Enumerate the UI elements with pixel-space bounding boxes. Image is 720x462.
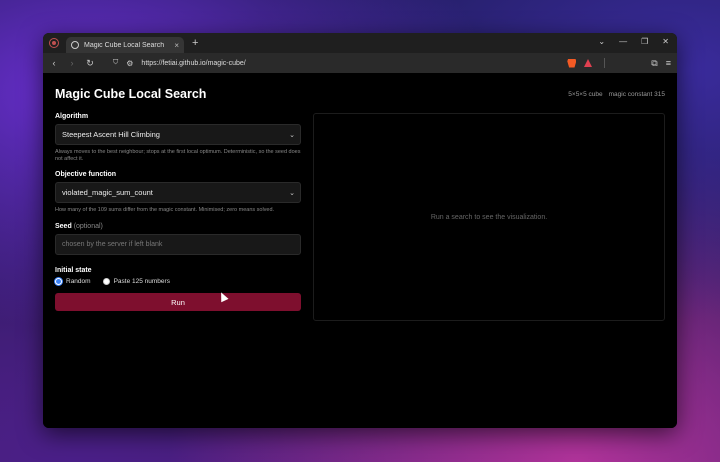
tab-title: Magic Cube Local Search [84, 41, 165, 49]
magic-constant: magic constant 315 [608, 91, 665, 98]
divider [604, 58, 606, 68]
controls-panel: Algorithm Steepest Ascent Hill Climbing … [55, 113, 301, 312]
seed-input[interactable]: chosen by the server if left blank [55, 234, 301, 256]
extensions-icon[interactable]: ⧉ [651, 58, 657, 69]
visualization-panel: Run a search to see the visualization. [313, 113, 665, 321]
tab-close-icon[interactable]: × [174, 41, 179, 50]
browser-window: Magic Cube Local Search × + ⌄ — ❐ ✕ ‹ › … [43, 33, 677, 428]
algorithm-value: Steepest Ascent Hill Climbing [62, 130, 160, 139]
brave-rewards-icon[interactable] [584, 59, 593, 67]
menu-icon[interactable]: ≡ [666, 58, 671, 69]
back-icon[interactable]: ‹ [47, 58, 61, 68]
window-controls: ⌄ — ❐ ✕ [598, 37, 669, 46]
toolbar-right: ⧉ ≡ [651, 58, 671, 69]
url-text[interactable]: https://fetiai.github.io/magic-cube/ [141, 60, 245, 67]
tab-list-icon[interactable]: ⌄ [598, 37, 605, 46]
seed-optional: (optional) [73, 223, 103, 231]
favicon-icon [71, 41, 79, 49]
radio-paste-option[interactable]: Paste 125 numbers [102, 278, 170, 286]
cube-size: 5×5×5 cube [568, 91, 603, 98]
objective-help: How many of the 109 sums differ from the… [55, 207, 275, 214]
forward-icon[interactable]: › [65, 58, 79, 68]
run-button[interactable]: Run [55, 293, 301, 312]
close-window-icon[interactable]: ✕ [662, 37, 669, 46]
objective-value: violated_magic_sum_count [62, 188, 153, 198]
bookmark-icon[interactable]: ⛉ [113, 59, 118, 67]
seed-label-text: Seed [55, 223, 72, 231]
brave-shield-icon[interactable] [567, 58, 577, 68]
reload-icon[interactable]: ↻ [83, 58, 97, 69]
page-title: Magic Cube Local Search [55, 87, 207, 101]
chevron-down-icon: ⌄ [289, 132, 295, 139]
cube-meta: 5×5×5 cube magic constant 315 [568, 91, 665, 98]
radio-paste-label: Paste 125 numbers [113, 278, 170, 286]
initial-state-radios: Random Paste 125 numbers [55, 278, 301, 286]
minimize-icon[interactable]: — [619, 37, 627, 46]
radio-random[interactable] [55, 278, 62, 286]
objective-select[interactable]: violated_magic_sum_count ⌄ [55, 182, 301, 204]
viz-placeholder: Run a search to see the visualization. [430, 213, 548, 221]
radio-paste[interactable] [102, 278, 110, 286]
radio-random-option[interactable]: Random [55, 278, 91, 286]
algorithm-select[interactable]: Steepest Ascent Hill Climbing ⌄ [55, 124, 301, 145]
tab-bar: Magic Cube Local Search × + ⌄ — ❐ ✕ [43, 33, 677, 53]
record-icon [49, 38, 59, 48]
seed-label: Seed (optional) [55, 223, 301, 230]
chevron-down-icon: ⌄ [289, 190, 295, 198]
address-bar[interactable]: ⛉ ⚙ https://fetiai.github.io/magic-cube/ [113, 59, 567, 68]
algorithm-help: Always moves to the best neighbour; stop… [55, 149, 301, 163]
new-tab-button[interactable]: + [192, 37, 198, 49]
objective-label: Objective function [55, 171, 117, 179]
page-content: Magic Cube Local Search 5×5×5 cube magic… [43, 73, 677, 428]
browser-tab[interactable]: Magic Cube Local Search × [66, 37, 184, 53]
extensions [567, 58, 606, 68]
nav-bar: ‹ › ↻ ⛉ ⚙ https://fetiai.github.io/magic… [43, 53, 677, 73]
initial-state-label: Initial state [55, 267, 92, 275]
algorithm-label: Algorithm [55, 113, 89, 120]
radio-random-label: Random [66, 278, 91, 286]
restore-icon[interactable]: ❐ [641, 37, 648, 46]
site-settings-icon[interactable]: ⚙ [126, 59, 133, 68]
